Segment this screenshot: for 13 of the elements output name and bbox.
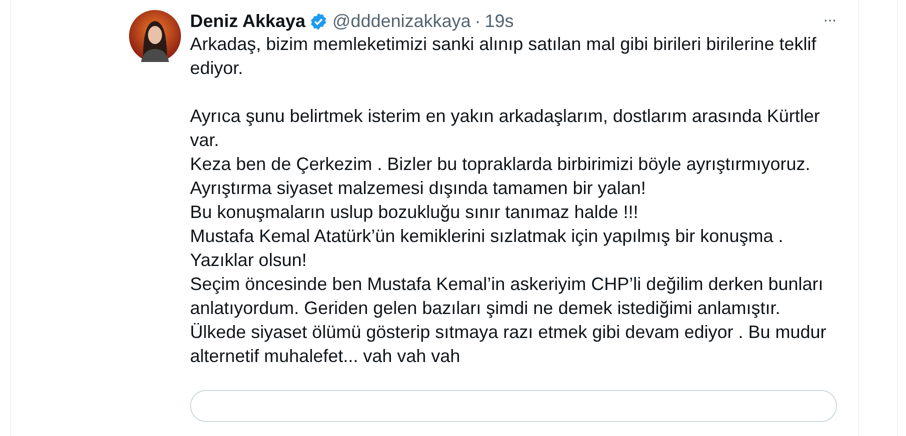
tweet-text: Arkadaş, bizim memleketimizi sanki alınıp satılan mal gibi birileri birilerine teklif ediyor. bbox=[190, 33, 818, 80]
tweet-text: Seçim öncesinde ben Mustafa Kemal’in askeriyim CHP’li değilim derken bunları anlatıyordum. Geriden gelen bazıları şimdi ne demek istediğimi anlamıştır. bbox=[190, 273, 824, 320]
avatar[interactable] bbox=[129, 10, 181, 62]
separator-dot: · bbox=[474, 10, 481, 32]
tweet-text: Keza ben de Çerkezim . Bizler bu topraklarda birbirimizi böyle ayrıştırmıyoruz. Ayrıştırma siyaset malzemesi dışında tamamen bir yalan! bbox=[190, 153, 812, 200]
timestamp[interactable]: 19s bbox=[484, 10, 514, 32]
author-name[interactable]: Deniz Akkaya bbox=[190, 10, 306, 32]
more-button[interactable]: ··· bbox=[819, 12, 840, 30]
author-handle[interactable]: @dddenizakkaya bbox=[332, 10, 471, 32]
tweet-text: Bu konuşmaların uslup bozukluğu sınır tanımaz halde !!! bbox=[190, 201, 640, 224]
tweet-text: Ayrıca şunu belirtmek isterim en yakın arkadaşlarım, dostlarım arasında Kürtler var. bbox=[190, 105, 821, 152]
tweet-text: Ülkede siyaset ölümü gösterip sıtmaya razı etmek gibi devam ediyor . Bu mudur alternetif muhalefet... vah vah vah bbox=[190, 321, 828, 368]
tweet-text: Mustafa Kemal Atatürk’ün kemiklerini sızlatmak için yapılmış bir konuşma . Yazıklar olsun! bbox=[190, 225, 784, 272]
